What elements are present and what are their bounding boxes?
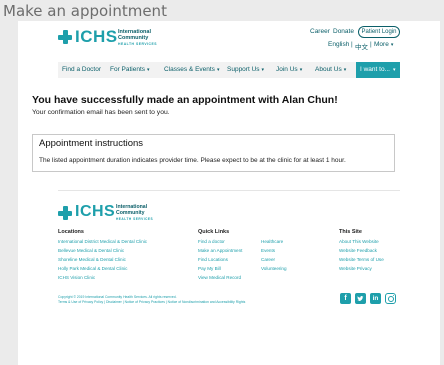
chevron-down-icon: ▾ — [390, 42, 394, 48]
nav-support-us[interactable]: Support Us ▾ — [227, 62, 264, 78]
nav-classes-events[interactable]: Classes & Events ▾ — [164, 62, 219, 78]
footer-quick-link[interactable]: Make an Appointment — [198, 248, 242, 253]
footer-site-link[interactable]: Website Terms of Use — [339, 257, 384, 262]
footer-site-link[interactable]: About This Website — [339, 239, 379, 244]
footer-location-link[interactable]: Shoreline Medical & Dental Clinic — [58, 257, 126, 262]
language-separator: | — [370, 41, 372, 48]
footer-quick-link[interactable]: Career — [261, 257, 275, 262]
ichs-logo[interactable]: ICHS International Community HEALTH SERV… — [58, 27, 158, 49]
footer-site-link[interactable]: Website Privacy — [339, 266, 372, 271]
main-navigation: Find a Doctor For Patients ▾ Classes & Ev… — [58, 62, 400, 78]
nav-find-a-doctor[interactable]: Find a Doctor — [62, 62, 101, 78]
footer-quick-link[interactable]: Events — [261, 248, 275, 253]
web-page: ICHS International Community HEALTH SERV… — [18, 21, 440, 365]
footer-location-link[interactable]: Holly Park Medical & Dental Clinic — [58, 266, 127, 271]
language-separator: | — [351, 41, 353, 48]
footer-quick-link[interactable]: Find a doctor — [198, 239, 225, 244]
success-heading: You have successfully made an appointmen… — [32, 94, 338, 106]
footer-locations-title: Locations — [58, 229, 84, 235]
logo-line-health-services: HEALTH SERVICES — [116, 217, 154, 221]
logo-wordmark: ICHS — [75, 203, 116, 220]
chevron-down-icon: ▾ — [393, 67, 396, 73]
footer-location-link[interactable]: International District Medical & Dental … — [58, 239, 147, 244]
ichs-cross-icon — [58, 206, 72, 220]
logo-line-community: Community — [116, 210, 145, 216]
footer-quick-link[interactable]: Volunteering — [261, 266, 287, 271]
logo-line-community: Community — [118, 35, 149, 41]
twitter-icon[interactable] — [355, 293, 366, 304]
footer-site-link[interactable]: Website Feedback — [339, 248, 377, 253]
nav-join-us[interactable]: Join Us ▾ — [276, 62, 302, 78]
appointment-instructions-panel: Appointment instructions The listed appo… — [32, 134, 395, 172]
footer-quick-link[interactable]: Find Locations — [198, 257, 228, 262]
footer-ichs-logo[interactable]: ICHS International Community HEALTH SERV… — [58, 203, 154, 223]
confirmation-message: Your confirmation email has been sent to… — [32, 109, 170, 116]
career-link[interactable]: Career — [310, 28, 330, 35]
footer-quick-link[interactable]: Healthcare — [261, 239, 283, 244]
instructions-text: The listed appointment duration indicate… — [39, 157, 346, 164]
ichs-cross-icon — [58, 30, 72, 44]
patient-login-button[interactable]: Patient Login — [358, 26, 400, 38]
footer-this-site-title: This Site — [339, 229, 362, 235]
language-chinese[interactable]: 中文 — [355, 41, 368, 51]
language-more[interactable]: More ▾ — [374, 41, 393, 48]
footer-divider — [58, 190, 400, 191]
chevron-down-icon: ▾ — [299, 67, 303, 73]
instagram-icon[interactable] — [385, 293, 396, 304]
linkedin-icon[interactable]: in — [370, 293, 381, 304]
chevron-down-icon: ▾ — [343, 67, 347, 73]
logo-line-health-services: HEALTH SERVICES — [118, 42, 158, 46]
nav-for-patients[interactable]: For Patients ▾ — [110, 62, 150, 78]
language-english[interactable]: English — [328, 41, 349, 48]
chevron-down-icon: ▾ — [261, 67, 265, 73]
footer-location-link[interactable]: ICHS Vision Clinic — [58, 275, 95, 280]
footer-quick-link[interactable]: Pay My Bill — [198, 266, 221, 271]
footer-location-link[interactable]: Bellevue Medical & Dental Clinic — [58, 248, 124, 253]
footer-quick-link[interactable]: View Medical Record — [198, 275, 241, 280]
i-want-to-dropdown[interactable]: I want to... ▾ — [356, 62, 400, 78]
footer-copyright: Copyright © 2019 International Community… — [58, 295, 245, 304]
chevron-down-icon: ▾ — [216, 67, 220, 73]
footer-quick-links-title: Quick Links — [198, 229, 230, 235]
chevron-down-icon: ▾ — [147, 67, 150, 73]
nav-about-us[interactable]: About Us ▾ — [315, 62, 346, 78]
legal-links[interactable]: Terms & Use of Privacy Policy | Disclaim… — [58, 300, 245, 305]
logo-wordmark: ICHS — [75, 27, 118, 46]
facebook-icon[interactable]: f — [340, 293, 351, 304]
instructions-title: Appointment instructions — [39, 138, 144, 149]
donate-link[interactable]: Donate — [333, 28, 354, 35]
